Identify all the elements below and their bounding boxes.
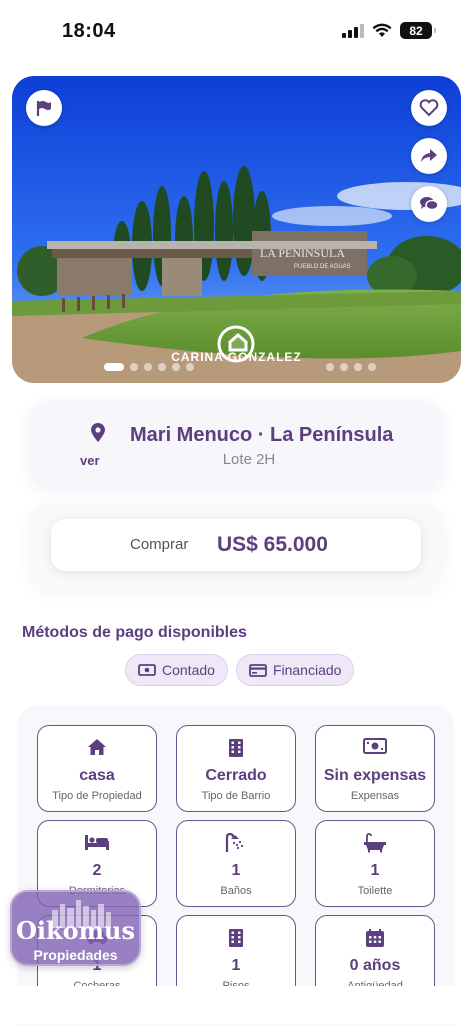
- feature-value: casa: [79, 767, 115, 784]
- chat-icon: [420, 197, 439, 211]
- feature-value: 1: [370, 862, 380, 879]
- signal-icon: [342, 23, 364, 38]
- favorite-button[interactable]: [411, 90, 447, 126]
- building-icon: [229, 739, 243, 757]
- price-section: Comprar US$ 65.000: [30, 503, 443, 587]
- cash-icon: [138, 664, 156, 676]
- location-subtitle: Lote 2H: [222, 451, 276, 468]
- building-icon: [229, 929, 243, 947]
- payment-chip-contado[interactable]: Contado: [125, 654, 228, 686]
- carousel-dot[interactable]: [104, 363, 124, 371]
- payment-methods: Contado Financiado: [125, 654, 355, 686]
- feature-value: 2: [92, 862, 102, 879]
- carousel-dot[interactable]: [172, 363, 180, 371]
- flag-icon: [36, 101, 51, 116]
- features-panel: casa Tipo de Propiedad Cerrado Tipo de B…: [17, 706, 454, 1026]
- map-pin-icon: [91, 423, 105, 442]
- wifi-icon: [372, 23, 392, 37]
- carousel-dot[interactable]: [158, 363, 166, 371]
- carousel-dot[interactable]: [130, 363, 138, 371]
- location-title: Mari Menuco · La Península: [130, 424, 394, 446]
- feature-label: Tipo de Propiedad: [52, 790, 142, 802]
- feature-label: Tipo de Barrio: [201, 790, 271, 802]
- feature-tipo-propiedad: casa Tipo de Propiedad: [37, 725, 157, 812]
- payment-methods-title: Métodos de pago disponibles: [22, 624, 247, 641]
- share-icon: [421, 149, 437, 162]
- feature-tipo-barrio: Cerrado Tipo de Barrio: [176, 725, 296, 812]
- chat-button[interactable]: [411, 186, 447, 222]
- battery-indicator: 82: [400, 22, 436, 39]
- heart-icon: [419, 99, 439, 117]
- map-pin-button[interactable]: [86, 423, 110, 448]
- feature-value: 1: [231, 862, 241, 879]
- share-button[interactable]: [411, 138, 447, 174]
- brand-subtitle: Propiedades: [33, 947, 118, 963]
- carousel-dot[interactable]: [354, 363, 362, 371]
- bottom-edge: [0, 986, 472, 1024]
- feature-label: Baños: [220, 885, 252, 897]
- shower-icon: [225, 833, 244, 852]
- carousel-dot[interactable]: [368, 363, 376, 371]
- bed-icon: [85, 835, 109, 850]
- hero-watermark: CARINA GONZALEZ: [12, 324, 461, 364]
- payment-chip-financiado[interactable]: Financiado: [235, 654, 355, 686]
- payment-chip-label: Financiado: [272, 662, 342, 678]
- hero-sign-subtext: PUEBLO DE AGUAS: [294, 264, 351, 270]
- feature-label: Toilette: [357, 885, 393, 897]
- carousel-dots[interactable]: [104, 363, 376, 371]
- flag-button[interactable]: [26, 90, 62, 126]
- carousel-dot[interactable]: [340, 363, 348, 371]
- status-time: 18:04: [62, 20, 116, 42]
- location-card: ver Mari Menuco · La Península Lote 2H: [30, 401, 443, 486]
- feature-value: Cerrado: [205, 767, 267, 784]
- hero-image[interactable]: LA PENÍNSULA PUEBLO DE AGUAS CARINA GONZ…: [12, 76, 461, 383]
- carousel-dot[interactable]: [186, 363, 194, 371]
- feature-label: Expensas: [350, 790, 400, 802]
- feature-value: 1: [231, 957, 241, 974]
- brand-name: Oikomus: [15, 916, 135, 945]
- feature-banos: 1 Baños: [176, 820, 296, 907]
- price-operation-label: Comprar: [130, 536, 189, 553]
- feature-expensas: Sin expensas Expensas: [315, 725, 435, 812]
- feature-toilette: 1 Toilette: [315, 820, 435, 907]
- price-card[interactable]: Comprar US$ 65.000: [51, 519, 421, 571]
- money-icon: [363, 738, 387, 754]
- feature-value: Sin expensas: [323, 767, 427, 784]
- card-icon: [249, 663, 267, 677]
- feature-value: 0 años: [349, 957, 401, 974]
- home-icon: [88, 739, 106, 755]
- carousel-dot[interactable]: [144, 363, 152, 371]
- status-icons: 82: [342, 22, 436, 39]
- brand-badge[interactable]: Oikomus Propiedades: [10, 890, 141, 966]
- status-bar: 18:04 82: [0, 0, 472, 64]
- carousel-dot[interactable]: [326, 363, 334, 371]
- calendar-icon: [366, 929, 384, 947]
- watermark-text: CARINA GONZALEZ: [171, 350, 302, 364]
- price-value: US$ 65.000: [217, 533, 328, 556]
- bathtub-icon: [364, 833, 386, 853]
- payment-chip-label: Contado: [162, 662, 215, 678]
